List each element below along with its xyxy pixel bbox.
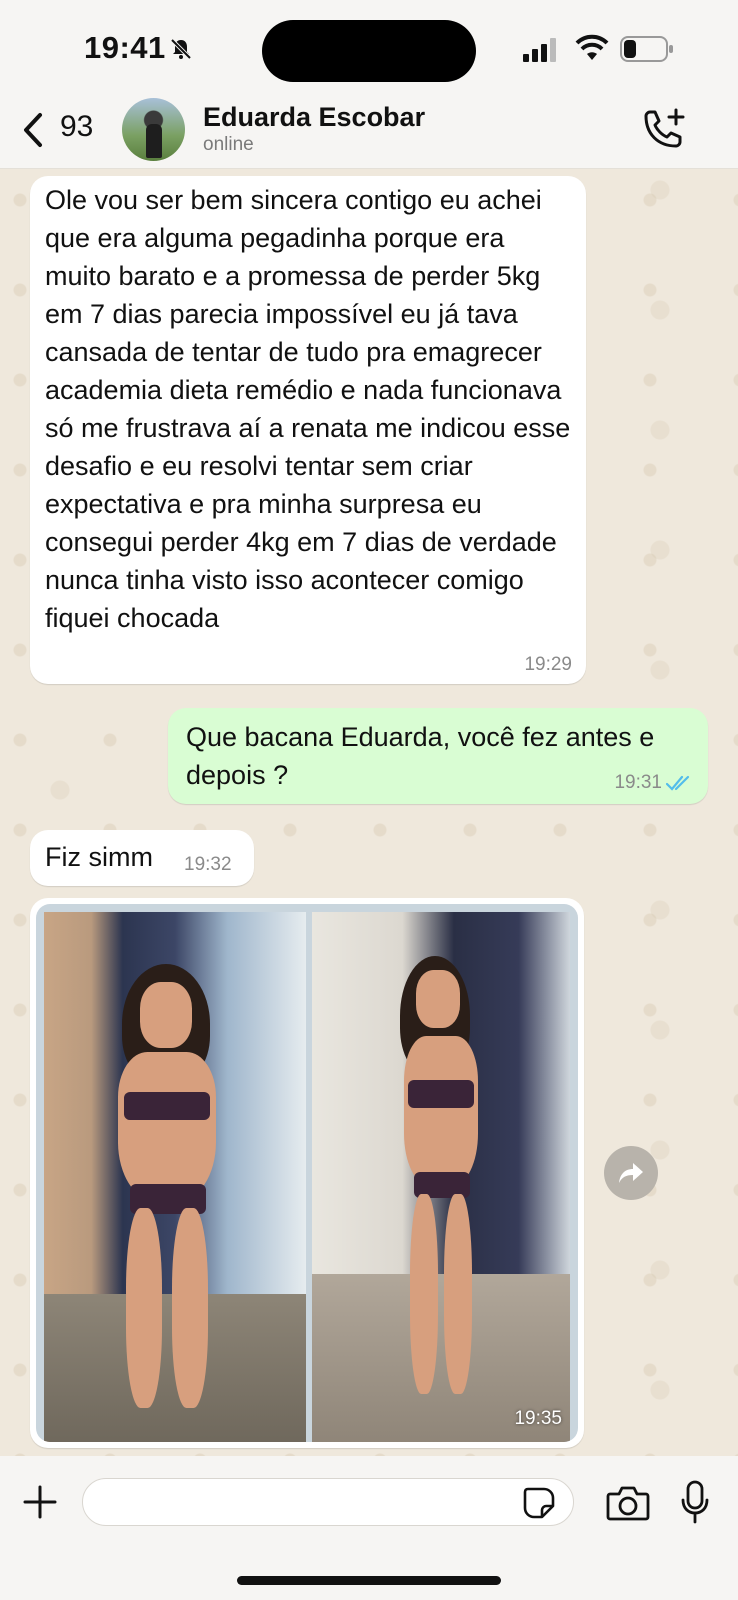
message-time: 19:29 [524,654,572,675]
message-input[interactable] [82,1478,574,1526]
incoming-message[interactable]: Ole vou ser bem sincera contigo eu achei… [30,176,586,684]
before-photo [44,912,306,1442]
plus-icon[interactable] [22,1484,58,1520]
message-text: Que bacana Eduarda, você fez antes e dep… [186,722,662,790]
chat-header: 93 Eduarda Escobar online [0,96,738,169]
avatar-figure [146,124,162,158]
silent-bell-icon [170,38,192,60]
forward-button[interactable] [604,1146,658,1200]
contact-status: online [203,134,254,155]
before-after-photo[interactable]: 19:35 [36,904,578,1442]
unread-count[interactable]: 93 [60,110,93,144]
contact-avatar[interactable] [122,98,185,161]
wifi-icon [575,34,609,60]
dynamic-island [262,20,476,82]
message-time: 19:35 [514,1408,562,1429]
message-time: 19:31 [614,772,662,793]
home-indicator[interactable] [237,1576,501,1585]
contact-name[interactable]: Eduarda Escobar [203,102,425,133]
outgoing-message[interactable]: Que bacana Eduarda, você fez antes e dep… [168,708,708,804]
incoming-image-message[interactable]: 19:35 [30,898,584,1448]
microphone-icon[interactable] [680,1480,710,1524]
cellular-signal-icon [523,38,556,62]
incoming-message[interactable]: Fiz simm 19:32 [30,830,254,886]
add-call-icon[interactable] [640,108,686,154]
status-bar: 19:41 [0,0,738,96]
battery-icon [620,36,673,62]
back-chevron-icon[interactable] [20,112,46,148]
read-ticks-icon [666,775,690,791]
sticker-icon[interactable] [522,1486,556,1520]
status-time: 19:41 [84,30,166,65]
camera-icon[interactable] [606,1484,650,1522]
message-text: Fiz simm [45,842,153,872]
message-time: 19:32 [184,854,232,875]
message-text: Ole vou ser bem sincera contigo eu achei… [45,185,578,633]
after-photo [312,912,570,1442]
forward-arrow-icon [619,1163,643,1183]
